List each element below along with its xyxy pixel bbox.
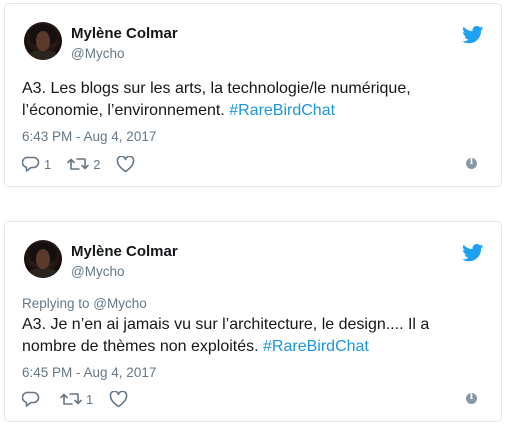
reply-button[interactable] [22, 391, 44, 408]
retweet-count: 1 [86, 391, 94, 407]
hashtag-link[interactable]: #RareBirdChat [263, 338, 369, 355]
retweet-icon [60, 393, 82, 405]
author-handle[interactable]: @Mycho [71, 264, 124, 279]
timestamp-link[interactable]: 6:43 PM - Aug 4, 2017 [22, 129, 156, 144]
retweet-count: 2 [93, 156, 101, 172]
tweet-text: A3. Je n’en ai jamais vu sur l’architect… [22, 316, 430, 355]
reply-icon [22, 156, 40, 172]
tweet-card[interactable]: Mylène Colmar @Mycho Replying to @Mycho … [4, 221, 502, 422]
retweet-icon [67, 158, 90, 170]
heart-icon [109, 390, 128, 407]
timestamp-link[interactable]: 6:45 PM - Aug 4, 2017 [22, 365, 156, 380]
avatar[interactable] [24, 240, 62, 278]
avatar[interactable] [24, 22, 62, 60]
twitter-bird-icon[interactable] [462, 26, 484, 44]
tweet-card[interactable]: Mylène Colmar @Mycho A3. Les blogs sur l… [4, 3, 502, 187]
like-button[interactable] [116, 155, 139, 173]
tweet-actions: 1 [22, 389, 148, 409]
twitter-bird-icon[interactable] [462, 244, 484, 262]
info-icon[interactable]: i [466, 392, 477, 404]
author-handle[interactable]: @Mycho [71, 46, 124, 61]
hashtag-link[interactable]: #RareBirdChat [229, 102, 335, 119]
author-name[interactable]: Mylène Colmar [71, 25, 178, 42]
reply-icon [22, 391, 40, 407]
tweet-actions: 1 2 [22, 154, 155, 174]
retweet-button[interactable]: 2 [67, 156, 100, 172]
reply-button[interactable]: 1 [22, 156, 51, 173]
retweet-button[interactable]: 1 [60, 391, 93, 407]
replying-to-link[interactable]: Replying to @Mycho [22, 296, 147, 311]
tweet-text: A3. Les blogs sur les arts, la technolog… [22, 80, 411, 119]
like-button[interactable] [109, 390, 132, 408]
reply-count: 1 [44, 156, 52, 172]
heart-icon [117, 155, 135, 172]
author-name[interactable]: Mylène Colmar [71, 243, 178, 260]
info-icon[interactable]: i [466, 157, 477, 169]
